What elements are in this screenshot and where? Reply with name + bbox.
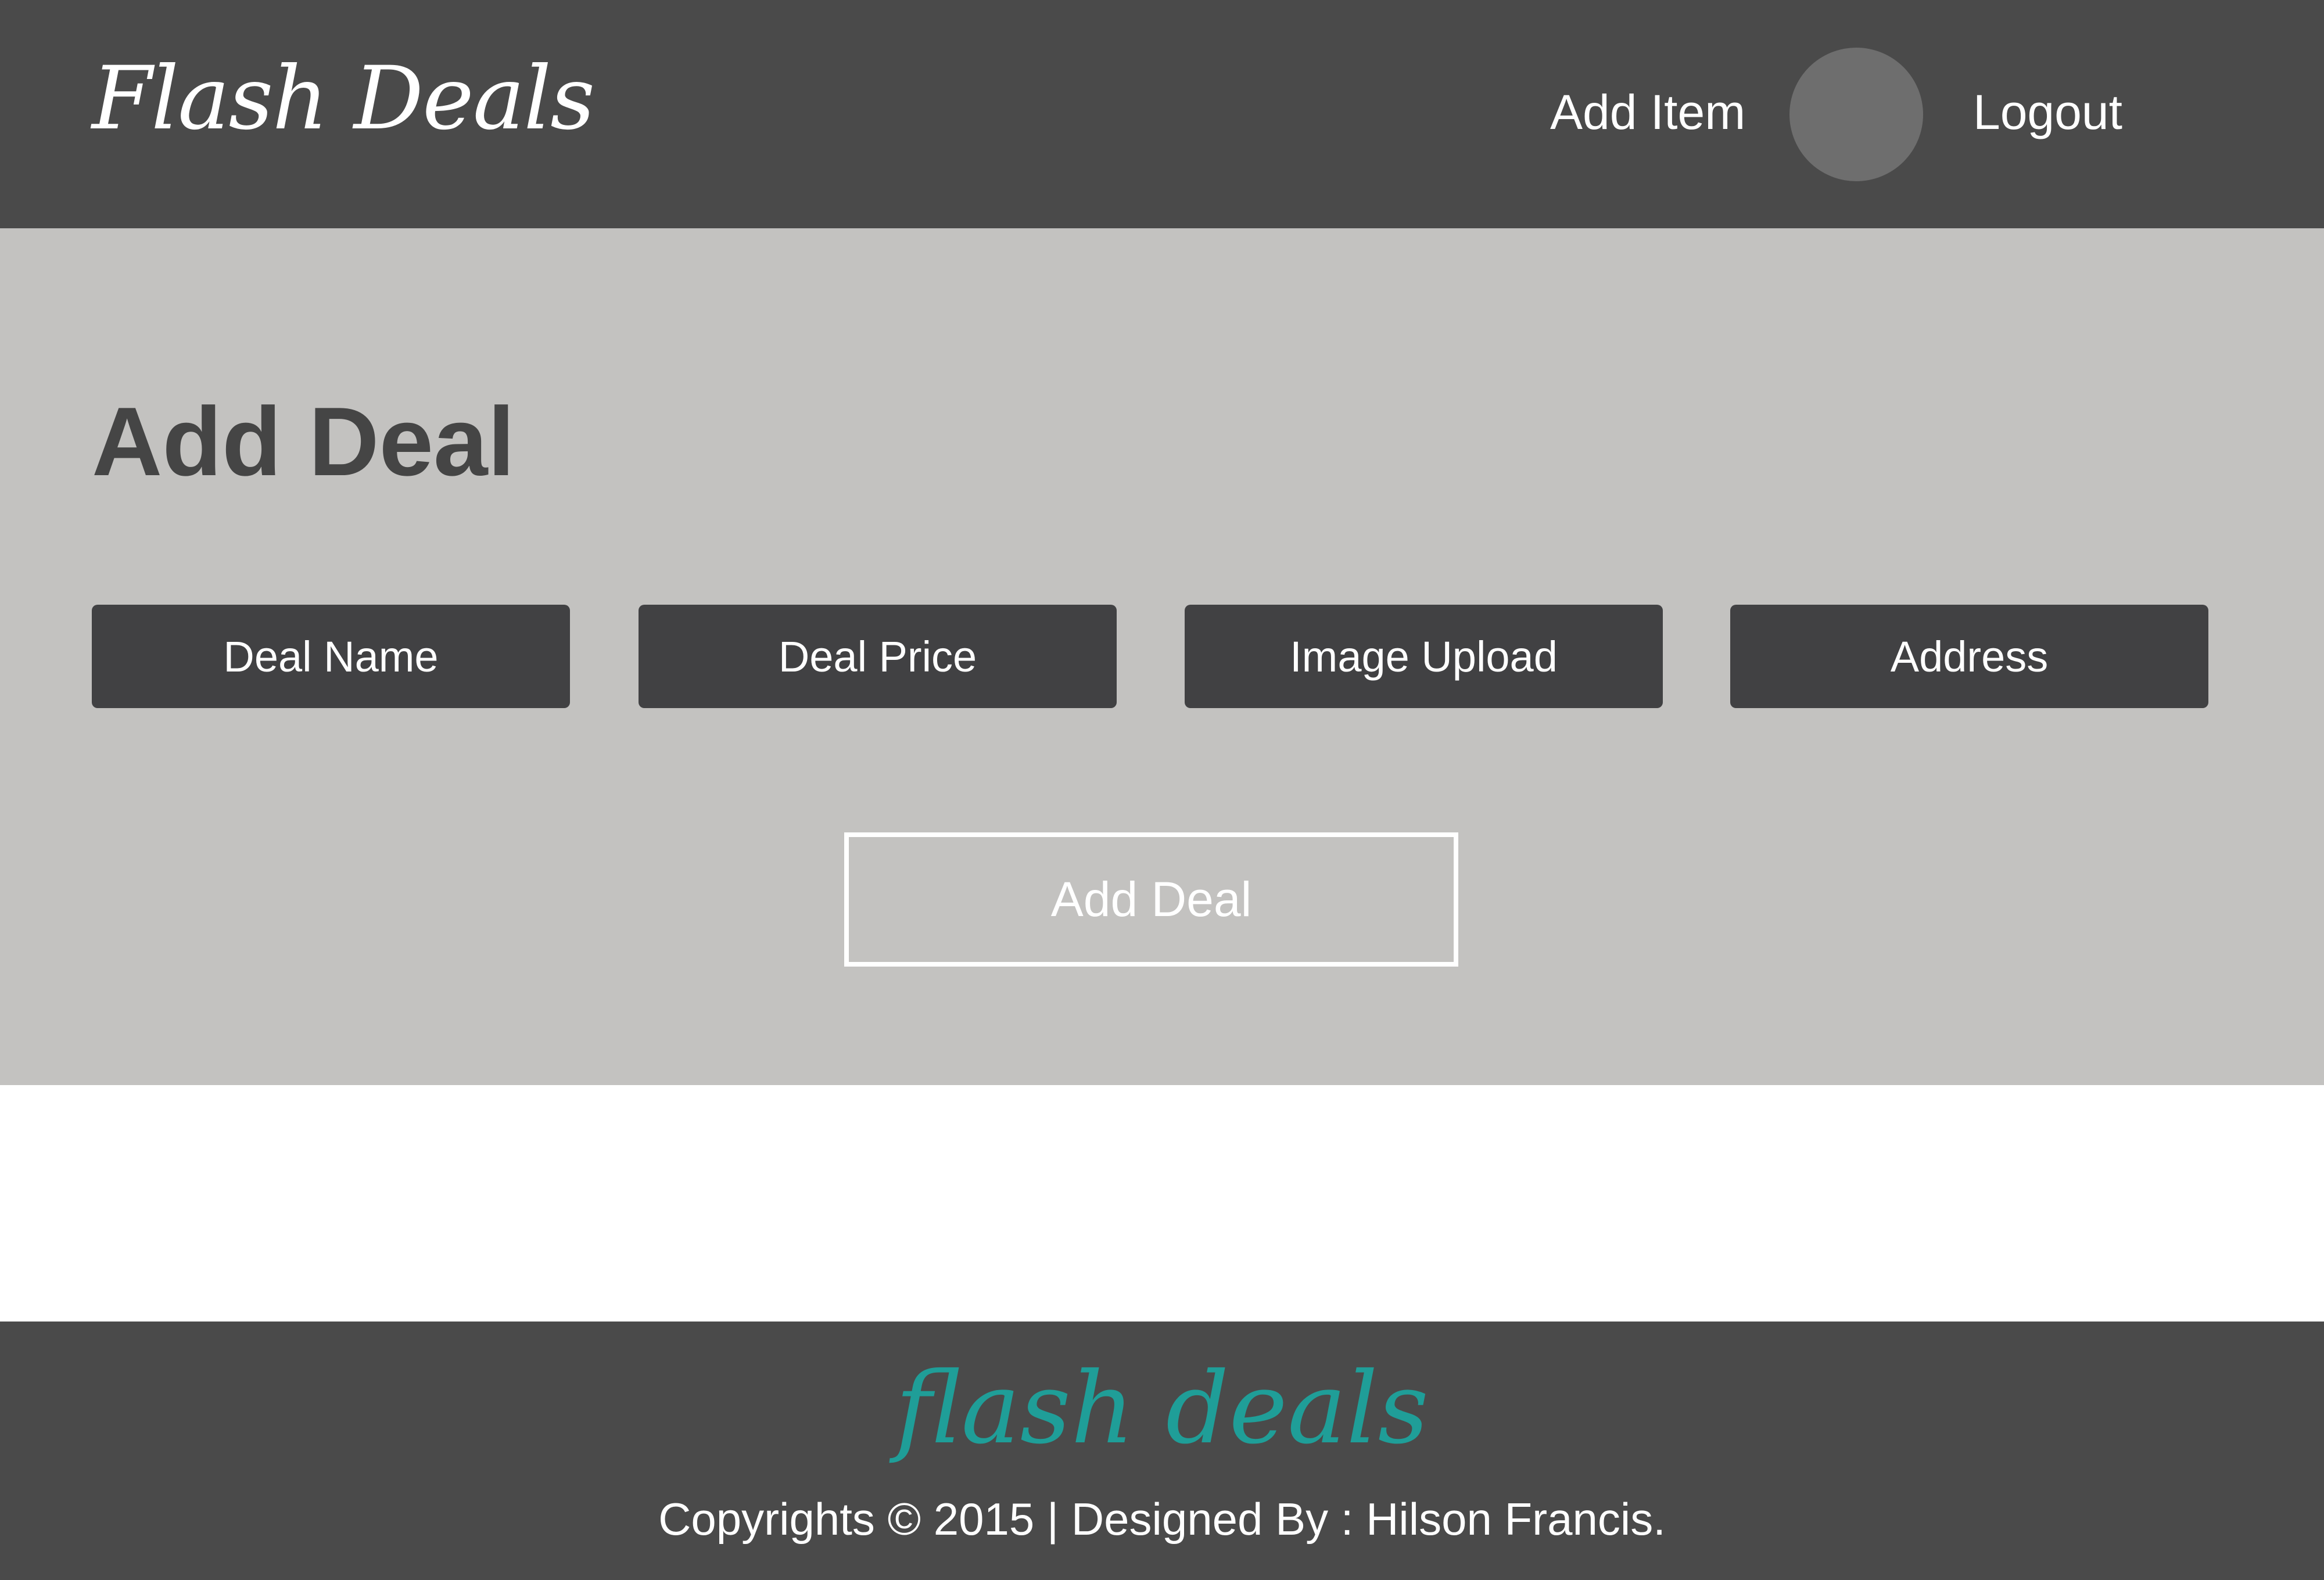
site-footer: flash deals Copyrights © 2015 | Designed… (0, 1322, 2324, 1580)
page-title: Add Deal (92, 387, 515, 496)
nav-logout-link[interactable]: Logout (1973, 83, 2122, 141)
avatar[interactable] (1789, 48, 1923, 181)
site-header: Flash Deals Add Item Logout (0, 0, 2324, 228)
footer-logo: flash deals (895, 1351, 1429, 1466)
deal-name-field[interactable] (92, 605, 570, 708)
site-logo[interactable]: Flash Deals (92, 55, 595, 142)
add-deal-button[interactable]: Add Deal (844, 832, 1458, 967)
image-upload-field[interactable] (1185, 605, 1663, 708)
nav-add-item-link[interactable]: Add Item (1550, 83, 1745, 141)
deal-price-field[interactable] (639, 605, 1117, 708)
copyright-text: Copyrights © 2015 | Designed By : Hilson… (658, 1493, 1666, 1545)
address-field[interactable] (1730, 605, 2208, 708)
add-deal-panel: Add Deal Add Deal (0, 228, 2324, 1085)
